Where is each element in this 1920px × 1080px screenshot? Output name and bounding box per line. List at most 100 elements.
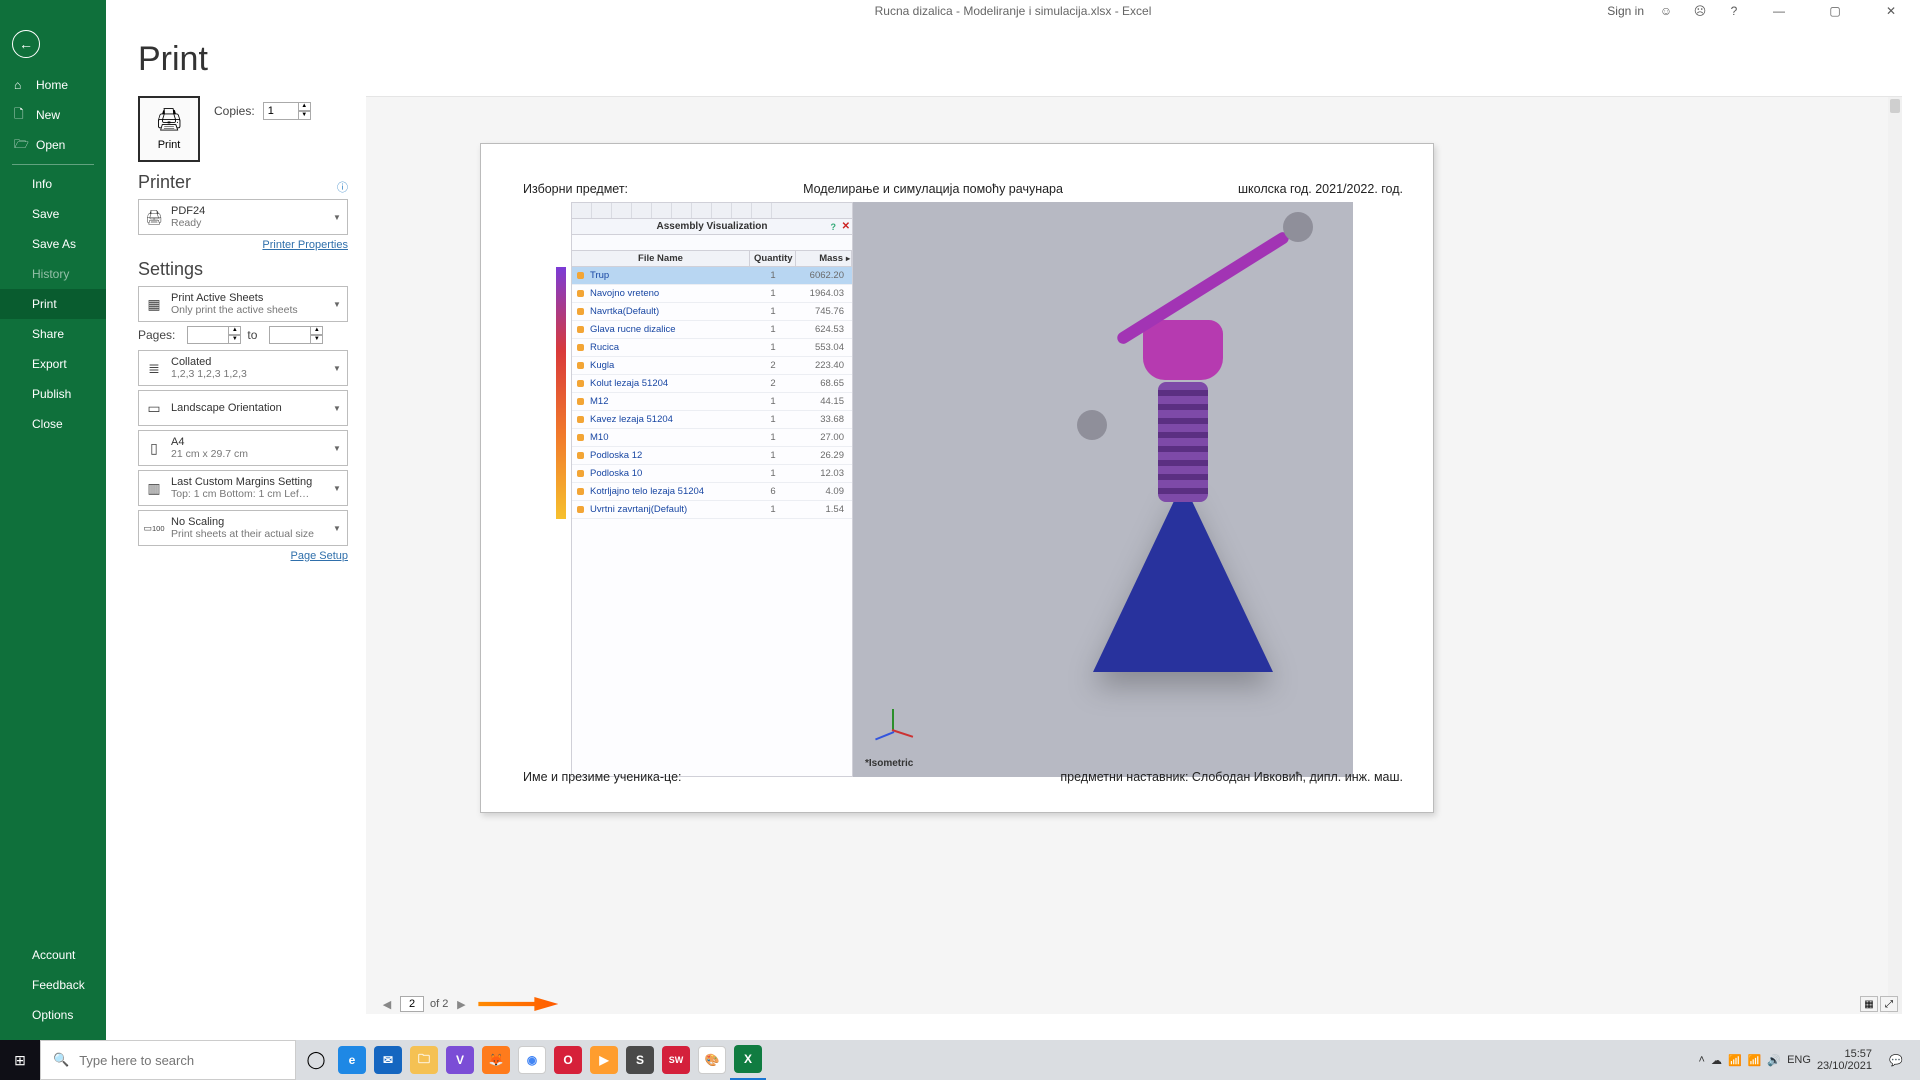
page-setup-link[interactable]: Page Setup bbox=[291, 550, 349, 562]
coord-axes-icon bbox=[873, 709, 913, 749]
sidebar-item-open[interactable]: 🗁 Open bbox=[0, 130, 106, 160]
show-margins-button[interactable]: ▦ bbox=[1860, 996, 1878, 1012]
sidebar-item-save[interactable]: Save bbox=[0, 199, 106, 229]
printer-select[interactable]: 🖨 PDF24 Ready ▼ bbox=[138, 199, 348, 235]
render-base-cone bbox=[1093, 482, 1273, 672]
sw-close-icon[interactable]: ✕ bbox=[842, 219, 850, 235]
help-icon[interactable]: ? bbox=[1722, 4, 1746, 18]
printer-properties-link[interactable]: Printer Properties bbox=[262, 239, 348, 251]
row-filename: Rucica bbox=[588, 339, 750, 356]
preview-scrollbar[interactable] bbox=[1888, 97, 1902, 1014]
prev-page-button[interactable]: ◀ bbox=[380, 998, 394, 1011]
sidebar-item-home[interactable]: ⌂ Home bbox=[0, 70, 106, 100]
print-button[interactable]: 🖨 Print bbox=[138, 96, 200, 162]
face-happy-icon[interactable]: ☺ bbox=[1654, 4, 1678, 18]
current-page-input[interactable] bbox=[400, 996, 424, 1012]
start-button[interactable]: ⊞ bbox=[0, 1040, 40, 1080]
pages-to-spinner[interactable]: ▲▼ bbox=[269, 326, 323, 344]
taskbar-app-edge[interactable]: e bbox=[334, 1040, 370, 1080]
taskbar-app-firefox[interactable]: 🦊 bbox=[478, 1040, 514, 1080]
tray-onedrive-icon[interactable]: ☁ bbox=[1711, 1054, 1722, 1067]
sidebar-item-label: New bbox=[36, 108, 60, 122]
margins-select[interactable]: ▥ Last Custom Margins Setting Top: 1 cm … bbox=[138, 470, 348, 506]
sheets-icon: ▦ bbox=[139, 296, 169, 313]
row-quantity: 2 bbox=[750, 375, 796, 392]
tray-volume-icon[interactable]: 🔊 bbox=[1767, 1054, 1781, 1067]
next-page-button[interactable]: ▶ bbox=[454, 998, 468, 1011]
sidebar-item-share[interactable]: Share bbox=[0, 319, 106, 349]
preview-page-nav: ◀ of 2 ▶ bbox=[380, 996, 558, 1012]
copies-down-button[interactable]: ▼ bbox=[299, 111, 311, 120]
page-footer-right: предметни наставник: Слободан Ивковић, д… bbox=[1060, 770, 1403, 784]
window-restore-button[interactable]: ▢ bbox=[1812, 0, 1858, 22]
taskbar-search[interactable]: 🔍 bbox=[40, 1040, 296, 1080]
taskbar-app-chrome[interactable]: ◉ bbox=[514, 1040, 550, 1080]
paper-size-select[interactable]: ▯ A4 21 cm x 29.7 cm ▼ bbox=[138, 430, 348, 466]
printer-status: Ready bbox=[171, 217, 331, 229]
taskbar-search-input[interactable] bbox=[79, 1053, 269, 1068]
copies-up-button[interactable]: ▲ bbox=[299, 102, 311, 111]
view-label: *Isometric bbox=[865, 758, 913, 769]
table-row: Trup16062.20 bbox=[572, 267, 852, 285]
row-mass: 1964.03 bbox=[796, 285, 852, 302]
taskbar-app-solidworks[interactable]: SW bbox=[658, 1040, 694, 1080]
row-filename: Kolut lezaja 51204 bbox=[588, 375, 750, 392]
pages-to-input[interactable] bbox=[269, 326, 311, 344]
taskbar-app-media[interactable]: ▶ bbox=[586, 1040, 622, 1080]
collate-select[interactable]: ≣ Collated 1,2,3 1,2,3 1,2,3 ▼ bbox=[138, 350, 348, 386]
orientation-select[interactable]: ▭ Landscape Orientation ▼ bbox=[138, 390, 348, 426]
sidebar-item-new[interactable]: 🗋 New bbox=[0, 100, 106, 130]
face-sad-icon[interactable]: ☹ bbox=[1688, 4, 1712, 18]
page-header-right: школска год. 2021/2022. год. bbox=[1238, 182, 1403, 196]
task-view-button[interactable]: ◯ bbox=[298, 1040, 334, 1080]
sidebar-item-options[interactable]: Options bbox=[0, 1000, 106, 1030]
taskbar-app-explorer[interactable]: 🗀 bbox=[406, 1040, 442, 1080]
sidebar-item-saveas[interactable]: Save As bbox=[0, 229, 106, 259]
new-icon: 🗋 bbox=[14, 105, 28, 126]
row-quantity: 1 bbox=[750, 267, 796, 284]
page-header-mid: Моделирање и симулација помоћу рачунара bbox=[803, 182, 1063, 196]
copies-spinner[interactable]: ▲ ▼ bbox=[263, 102, 311, 120]
sidebar-item-info[interactable]: Info bbox=[0, 169, 106, 199]
render-head bbox=[1143, 320, 1223, 380]
sidebar-item-feedback[interactable]: Feedback bbox=[0, 970, 106, 1000]
page-icon: ▯ bbox=[139, 440, 169, 457]
tray-network-icon[interactable]: 📶 bbox=[1728, 1054, 1742, 1067]
print-button-label: Print bbox=[158, 139, 181, 151]
sidebar-item-publish[interactable]: Publish bbox=[0, 379, 106, 409]
taskbar-app-opera[interactable]: O bbox=[550, 1040, 586, 1080]
taskbar-app-sublime[interactable]: S bbox=[622, 1040, 658, 1080]
row-mass: 12.03 bbox=[796, 465, 852, 482]
window-minimize-button[interactable]: — bbox=[1756, 0, 1802, 22]
zoom-to-page-button[interactable]: ⤢ bbox=[1880, 996, 1898, 1012]
taskbar-app-viber[interactable]: V bbox=[442, 1040, 478, 1080]
printer-info-icon[interactable]: ⓘ bbox=[337, 179, 348, 195]
sign-in-link[interactable]: Sign in bbox=[1607, 4, 1644, 18]
collate-icon: ≣ bbox=[139, 360, 169, 377]
back-button[interactable]: ← bbox=[12, 30, 40, 58]
tray-notifications-icon[interactable]: 💬 bbox=[1878, 1040, 1914, 1080]
sidebar-item-export[interactable]: Export bbox=[0, 349, 106, 379]
scaling-select[interactable]: ▭100 No Scaling Print sheets at their ac… bbox=[138, 510, 348, 546]
row-mass: 624.53 bbox=[796, 321, 852, 338]
row-quantity: 1 bbox=[750, 393, 796, 410]
sidebar-item-account[interactable]: Account bbox=[0, 940, 106, 970]
tray-language[interactable]: ENG bbox=[1787, 1054, 1811, 1066]
sidebar-item-print[interactable]: Print bbox=[0, 289, 106, 319]
page-header-left: Изборни предмет: bbox=[523, 182, 628, 196]
pages-from-spinner[interactable]: ▲▼ bbox=[187, 326, 241, 344]
orientation-icon: ▭ bbox=[139, 400, 169, 417]
copies-input[interactable] bbox=[263, 102, 299, 120]
sidebar-item-close[interactable]: Close bbox=[0, 409, 106, 439]
taskbar-app-mail[interactable]: ✉ bbox=[370, 1040, 406, 1080]
print-what-select[interactable]: ▦ Print Active Sheets Only print the act… bbox=[138, 286, 348, 322]
tray-chevron-icon[interactable]: ˄ bbox=[1699, 1054, 1705, 1066]
tray-clock[interactable]: 15:57 23/10/2021 bbox=[1817, 1048, 1872, 1072]
pages-from-input[interactable] bbox=[187, 326, 229, 344]
tray-wifi-icon[interactable]: 📶 bbox=[1748, 1054, 1762, 1067]
taskbar-app-excel[interactable]: X bbox=[730, 1040, 766, 1080]
sw-help-icon[interactable]: ? bbox=[831, 219, 837, 235]
part-icon bbox=[577, 326, 584, 333]
taskbar-app-paint[interactable]: 🎨 bbox=[694, 1040, 730, 1080]
window-close-button[interactable]: ✕ bbox=[1868, 0, 1914, 22]
